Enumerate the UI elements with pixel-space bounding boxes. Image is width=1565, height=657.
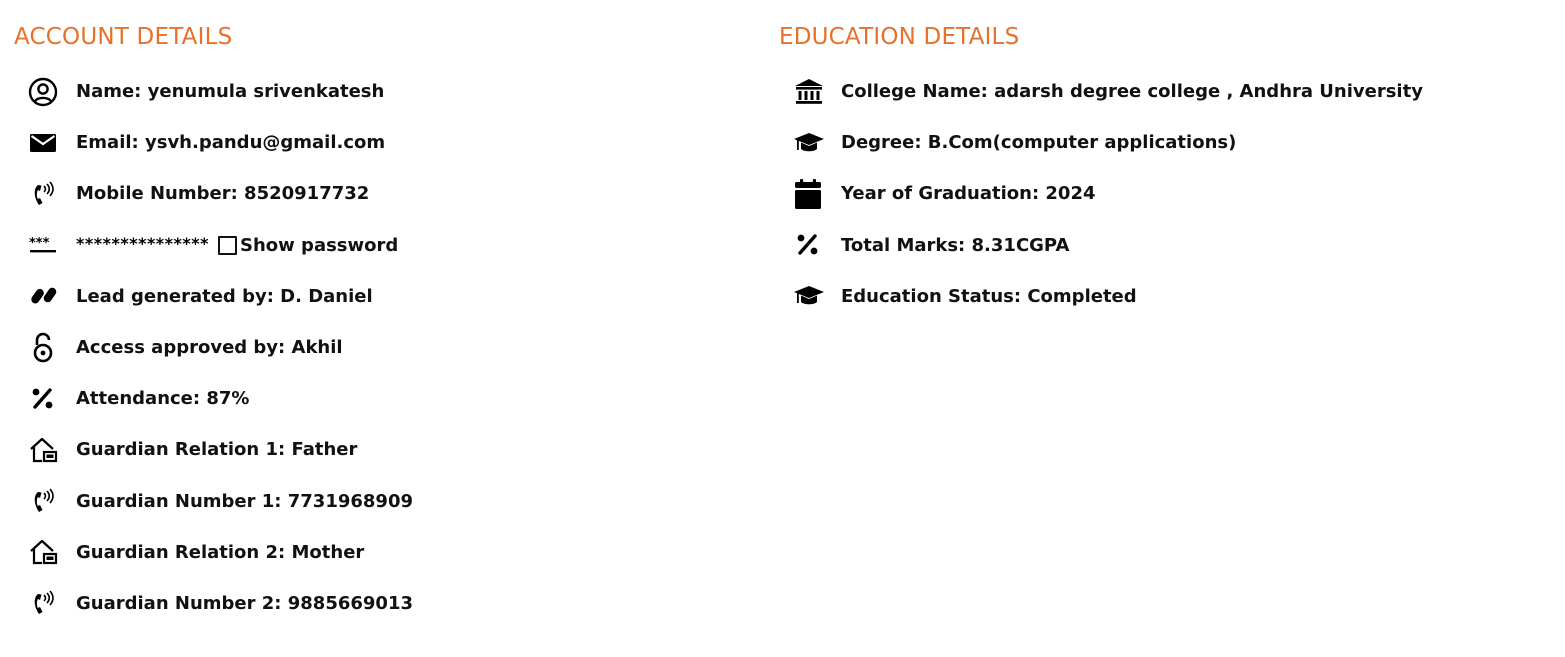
envelope-icon (28, 126, 62, 160)
guardian-number-1: Guardian Number 1: 7731968909 (76, 490, 413, 512)
percent-icon (28, 382, 62, 416)
user-circle-icon (28, 75, 62, 109)
pills-icon (28, 279, 62, 313)
account-details-list: Name: yenumula srivenkatesh Email: ysvh.… (28, 66, 413, 629)
account-access-row: Access approved by: Akhil (28, 322, 413, 373)
home-user-icon (28, 535, 62, 569)
graduation-year: Year of Graduation: 2024 (841, 183, 1096, 205)
account-name-row: Name: yenumula srivenkatesh (28, 66, 413, 117)
guardian-relation-1-row: Guardian Relation 1: Father (28, 424, 413, 475)
account-details-title: ACCOUNT DETAILS (14, 24, 233, 50)
total-marks-row: Total Marks: 8.31CGPA (793, 220, 1423, 271)
calendar-icon (793, 177, 827, 211)
education-status-row: Education Status: Completed (793, 271, 1423, 322)
total-marks: Total Marks: 8.31CGPA (841, 234, 1070, 256)
open-lock-icon (28, 331, 62, 365)
svg-text:***: *** (29, 236, 50, 251)
account-mobile-row: Mobile Number: 8520917732 (28, 168, 413, 219)
account-email: Email: ysvh.pandu@gmail.com (76, 132, 386, 154)
education-details-title: EDUCATION DETAILS (779, 24, 1020, 50)
account-lead-row: Lead generated by: D. Daniel (28, 271, 413, 322)
show-password-checkbox[interactable] (218, 235, 238, 255)
degree: Degree: B.Com(computer applications) (841, 132, 1237, 154)
degree-row: Degree: B.Com(computer applications) (793, 117, 1423, 168)
password-value: *************** (76, 233, 210, 253)
guardian-relation-1: Guardian Relation 1: Father (76, 439, 358, 461)
institution-icon (793, 75, 827, 109)
college-name-row: College Name: adarsh degree college , An… (793, 66, 1423, 117)
home-user-icon (28, 433, 62, 467)
phone-ringing-icon (28, 484, 62, 518)
account-lead: Lead generated by: D. Daniel (76, 285, 373, 307)
percent-icon (793, 228, 827, 262)
show-password-label[interactable]: Show password (240, 235, 398, 256)
guardian-relation-2: Guardian Relation 2: Mother (76, 541, 365, 563)
phone-ringing-icon (28, 586, 62, 620)
guardian-relation-2-row: Guardian Relation 2: Mother (28, 527, 413, 578)
account-attendance-row: Attendance: 87% (28, 373, 413, 424)
education-details-list: College Name: adarsh degree college , An… (793, 66, 1423, 322)
graduation-cap-icon (793, 126, 827, 160)
guardian-number-2-row: Guardian Number 2: 9885669013 (28, 578, 413, 629)
graduation-year-row: Year of Graduation: 2024 (793, 168, 1423, 219)
college-name: College Name: adarsh degree college , An… (841, 81, 1423, 103)
account-email-row: Email: ysvh.pandu@gmail.com (28, 117, 413, 168)
account-password-row: *** *************** Show password (28, 220, 413, 271)
graduation-cap-icon (793, 279, 827, 313)
education-status: Education Status: Completed (841, 285, 1137, 307)
phone-ringing-icon (28, 177, 62, 211)
account-mobile: Mobile Number: 8520917732 (76, 183, 370, 205)
account-access: Access approved by: Akhil (76, 337, 343, 359)
account-attendance: Attendance: 87% (76, 388, 250, 410)
password-asterisks-icon: *** (28, 228, 62, 262)
guardian-number-1-row: Guardian Number 1: 7731968909 (28, 476, 413, 527)
account-name: Name: yenumula srivenkatesh (76, 81, 385, 103)
guardian-number-2: Guardian Number 2: 9885669013 (76, 592, 413, 614)
